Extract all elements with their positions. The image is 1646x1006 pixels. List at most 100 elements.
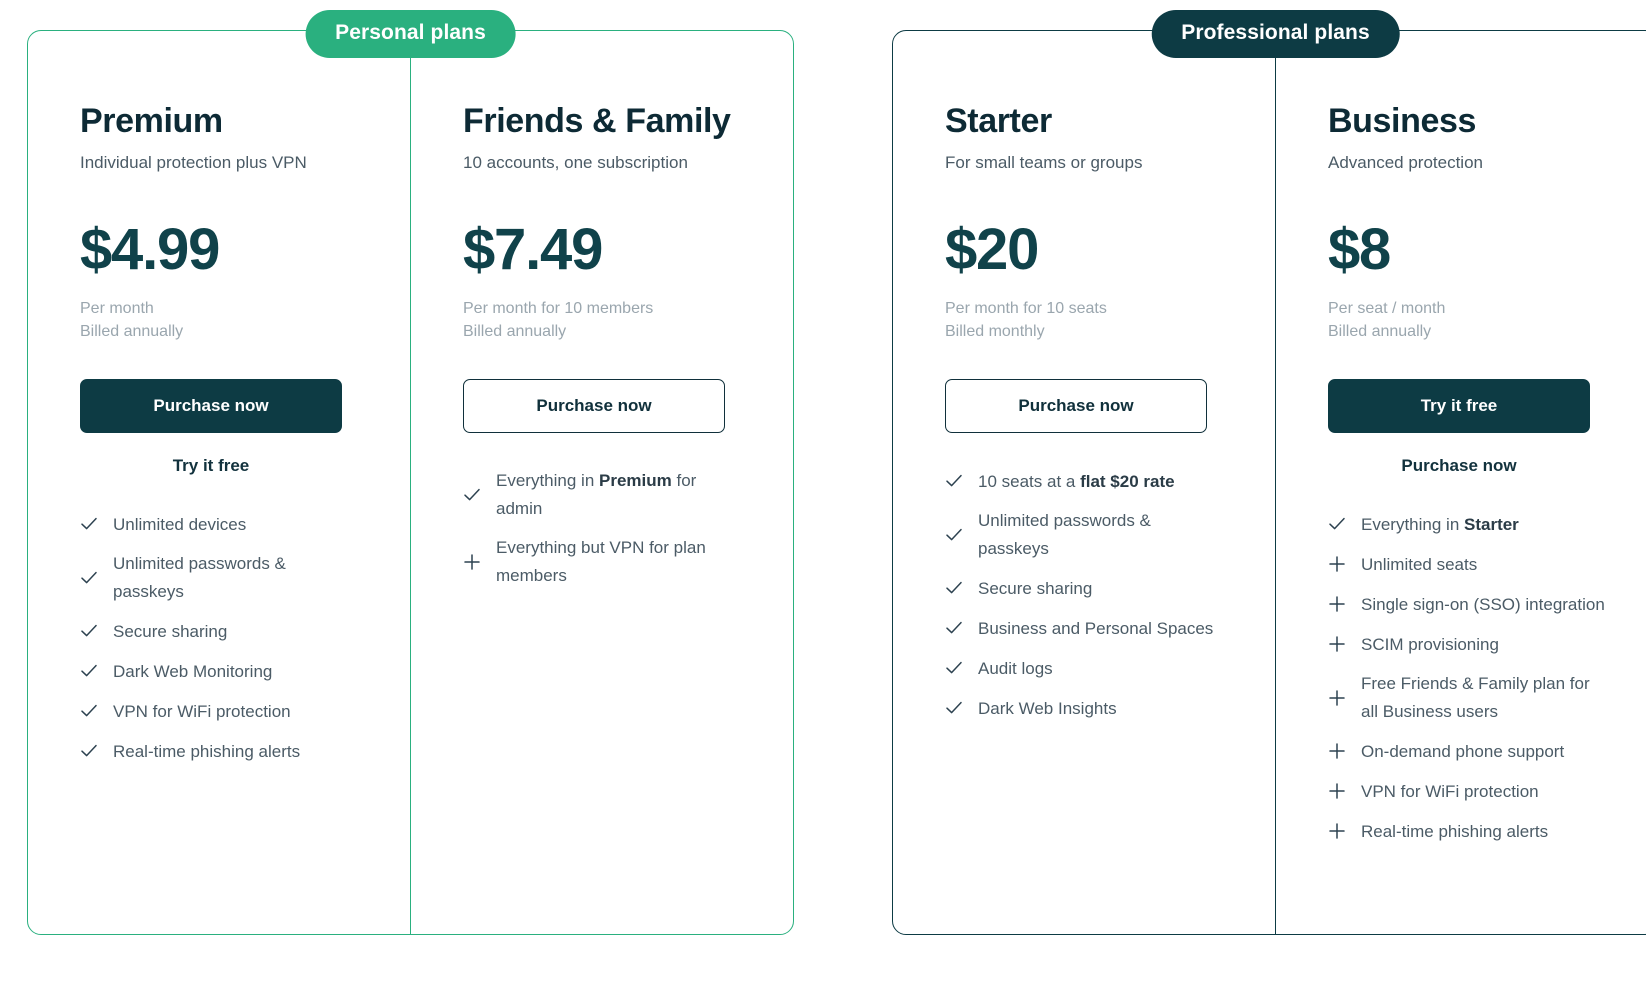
check-icon	[80, 662, 98, 680]
plan-billing-cycle: Billed monthly	[945, 322, 1045, 340]
plus-icon	[463, 553, 481, 571]
feature-label: Secure sharing	[978, 578, 1093, 598]
feature-item: Unlimited devices	[80, 510, 360, 538]
feature-item: SCIM provisioning	[1328, 630, 1608, 658]
plus-icon	[1328, 822, 1346, 840]
check-icon	[80, 702, 98, 720]
feature-label: Audit logs	[978, 658, 1053, 678]
feature-item: Dark Web Insights	[945, 694, 1225, 722]
plus-icon	[1328, 635, 1346, 653]
plan-price-note: Per month for 10 members Billed annually	[463, 298, 743, 342]
feature-label: Everything in Premium for admin	[496, 471, 697, 518]
feature-item: Single sign-on (SSO) integration	[1328, 590, 1608, 618]
purchase-now-button[interactable]: Purchase now	[945, 378, 1207, 434]
plus-icon	[1328, 595, 1346, 613]
plan-column-friends-family: Friends & Family 10 accounts, one subscri…	[410, 31, 793, 934]
check-icon	[945, 699, 963, 717]
feature-label: Real-time phishing alerts	[113, 741, 301, 761]
plan-tagline: 10 accounts, one subscription	[463, 153, 688, 173]
plan-title: Friends & Family	[463, 102, 731, 140]
plan-price: $7.49	[463, 217, 603, 283]
check-icon	[945, 472, 963, 490]
feature-label: Business and Personal Spaces	[978, 618, 1214, 638]
plus-icon	[1328, 555, 1346, 573]
feature-label: Unlimited passwords & passkeys	[113, 554, 286, 601]
feature-item: Unlimited seats	[1328, 550, 1608, 578]
feature-item: Everything but VPN for plan members	[463, 534, 743, 589]
check-icon	[945, 526, 963, 544]
feature-label: Real-time phishing alerts	[1361, 821, 1549, 841]
purchase-now-button[interactable]: Purchase now	[463, 378, 725, 434]
feature-label: On-demand phone support	[1361, 741, 1565, 761]
feature-item: Unlimited passwords & passkeys	[80, 550, 360, 605]
plan-card-personal: Personal plans Premium Individual protecti…	[27, 10, 794, 935]
purchase-now-button[interactable]: Purchase now	[80, 378, 342, 434]
plan-price-period: Per month for 10 seats	[945, 300, 1107, 318]
feature-list: Everything in Starter Unlimited seats Sing…	[1328, 510, 1608, 845]
check-icon	[80, 515, 98, 533]
plan-column-inner: Premium Individual protection plus VPN $4.…	[28, 102, 410, 765]
feature-label: Unlimited seats	[1361, 554, 1478, 574]
feature-label: Single sign-on (SSO) integration	[1361, 594, 1605, 614]
feature-label: Secure sharing	[113, 621, 228, 641]
plan-column-premium: Premium Individual protection plus VPN $4.…	[28, 31, 410, 934]
feature-label: SCIM provisioning	[1361, 634, 1499, 654]
plus-icon	[1328, 782, 1346, 800]
plan-price-period: Per seat / month	[1328, 300, 1446, 318]
feature-item: Audit logs	[945, 654, 1225, 682]
feature-item: Unlimited passwords & passkeys	[945, 507, 1225, 562]
check-icon	[80, 622, 98, 640]
plan-column-inner: Starter For small teams or groups $20 Per m…	[893, 102, 1275, 722]
plan-price-note: Per month Billed annually	[80, 298, 360, 342]
plan-column-business: Business Advanced protection $8 Per seat / …	[1275, 31, 1646, 934]
feature-label: Dark Web Monitoring	[113, 661, 273, 681]
check-icon	[80, 569, 98, 587]
check-icon	[945, 659, 963, 677]
feature-label: Free Friends & Family plan for all Busin…	[1361, 674, 1590, 721]
plan-tagline: Individual protection plus VPN	[80, 153, 307, 173]
feature-label: Everything but VPN for plan members	[496, 538, 706, 585]
plan-column-starter: Starter For small teams or groups $20 Per m…	[893, 31, 1275, 934]
plan-price-period: Per month	[80, 300, 154, 318]
feature-item: Real-time phishing alerts	[1328, 817, 1608, 845]
feature-label: VPN for WiFi protection	[113, 701, 291, 721]
feature-item: Business and Personal Spaces	[945, 614, 1225, 642]
plan-column-inner: Friends & Family 10 accounts, one subscri…	[411, 102, 793, 589]
purchase-now-link[interactable]: Purchase now	[1328, 456, 1590, 476]
feature-item: Free Friends & Family plan for all Busin…	[1328, 670, 1608, 725]
feature-list: 10 seats at a flat $20 rate Unlimited pas…	[945, 467, 1225, 722]
plan-title: Premium	[80, 102, 223, 140]
plan-price: $4.99	[80, 217, 220, 283]
plan-tagline: For small teams or groups	[945, 153, 1143, 173]
feature-list: Unlimited devices Unlimited passwords & p…	[80, 510, 360, 765]
feature-item: Secure sharing	[945, 574, 1225, 602]
feature-item: VPN for WiFi protection	[80, 697, 360, 725]
feature-label: Dark Web Insights	[978, 698, 1117, 718]
plan-billing-cycle: Billed annually	[80, 322, 184, 340]
plan-billing-cycle: Billed annually	[1328, 322, 1432, 340]
plan-title: Starter	[945, 102, 1052, 140]
try-it-free-button[interactable]: Try it free	[1328, 378, 1590, 434]
plan-group-badge: Professional plans	[1151, 10, 1400, 58]
plan-title: Business	[1328, 102, 1476, 140]
feature-list: Everything in Premium for admin Everythin…	[463, 467, 743, 589]
plan-card-professional: Professional plans Starter For small teams…	[892, 10, 1646, 935]
check-icon	[945, 619, 963, 637]
feature-label: Everything in Starter	[1361, 514, 1519, 534]
plan-price-period: Per month for 10 members	[463, 300, 654, 318]
feature-item: Everything in Starter	[1328, 510, 1608, 538]
plus-icon	[1328, 742, 1346, 760]
plan-column-inner: Business Advanced protection $8 Per seat / …	[1276, 102, 1646, 845]
try-it-free-link[interactable]: Try it free	[80, 456, 342, 476]
feature-label: Unlimited devices	[113, 514, 247, 534]
pricing-page: Personal plans Premium Individual protecti…	[0, 0, 1646, 1006]
feature-item: Dark Web Monitoring	[80, 657, 360, 685]
feature-label: VPN for WiFi protection	[1361, 781, 1539, 801]
plan-price-note: Per month for 10 seats Billed monthly	[945, 298, 1225, 342]
feature-label: 10 seats at a flat $20 rate	[978, 471, 1175, 491]
feature-label: Unlimited passwords & passkeys	[978, 511, 1151, 558]
feature-item: Everything in Premium for admin	[463, 467, 743, 522]
plan-price: $8	[1328, 217, 1391, 283]
feature-item: On-demand phone support	[1328, 737, 1608, 765]
plan-tagline: Advanced protection	[1328, 153, 1483, 173]
